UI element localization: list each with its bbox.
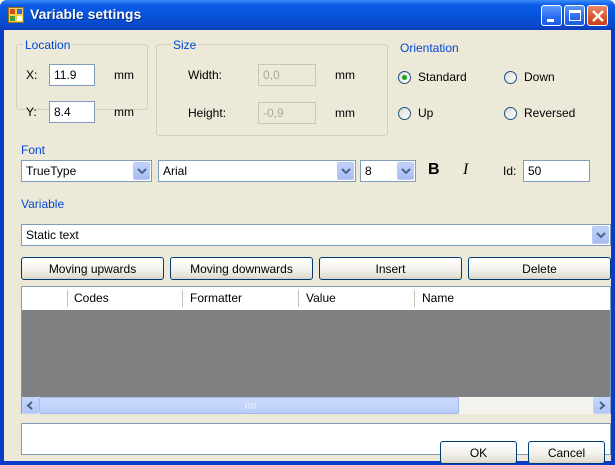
grip-icon bbox=[245, 403, 256, 409]
radio-standard-label[interactable]: Standard bbox=[418, 70, 467, 84]
radio-up-label[interactable]: Up bbox=[418, 106, 433, 120]
radio-down-label[interactable]: Down bbox=[524, 70, 555, 84]
y-input[interactable]: 8.4 bbox=[49, 101, 95, 123]
grid-header: Codes Formatter Value Name bbox=[22, 287, 610, 310]
moving-downwards-button[interactable]: Moving downwards bbox=[170, 257, 313, 280]
description-field[interactable] bbox=[21, 423, 611, 455]
height-input[interactable]: -0,9 bbox=[258, 102, 316, 124]
x-unit: mm bbox=[114, 68, 134, 82]
font-size-select[interactable]: 8 bbox=[360, 160, 416, 182]
radio-selected-dot bbox=[402, 75, 407, 80]
title-bar[interactable]: Variable settings bbox=[0, 0, 615, 30]
maximize-icon bbox=[569, 10, 581, 21]
font-label: Font bbox=[21, 143, 46, 157]
dropdown-button[interactable] bbox=[592, 226, 609, 244]
dialog-window: Variable settings Location X: 11.9 mm Y:… bbox=[0, 0, 615, 465]
codes-grid[interactable]: Codes Formatter Value Name bbox=[21, 286, 611, 414]
dropdown-button[interactable] bbox=[337, 162, 354, 180]
column-value[interactable]: Value bbox=[306, 291, 336, 305]
close-icon bbox=[592, 10, 604, 22]
window-title: Variable settings bbox=[30, 6, 142, 22]
chevron-left-icon bbox=[26, 401, 33, 410]
radio-reversed-label[interactable]: Reversed bbox=[524, 106, 575, 120]
height-unit: mm bbox=[335, 106, 355, 120]
id-label: Id: bbox=[503, 164, 517, 178]
horizontal-scrollbar[interactable] bbox=[22, 397, 610, 414]
scroll-right-button[interactable] bbox=[593, 397, 610, 414]
chevron-down-icon bbox=[401, 168, 411, 175]
column-separator bbox=[414, 290, 415, 307]
dropdown-button[interactable] bbox=[397, 162, 414, 180]
x-input[interactable]: 11.9 bbox=[49, 64, 95, 86]
chevron-down-icon bbox=[341, 168, 351, 175]
variable-value: Static text bbox=[26, 228, 79, 242]
column-codes[interactable]: Codes bbox=[74, 291, 109, 305]
dropdown-button[interactable] bbox=[133, 162, 150, 180]
column-name[interactable]: Name bbox=[422, 291, 454, 305]
ok-button[interactable]: OK bbox=[440, 441, 517, 464]
chevron-down-icon bbox=[596, 232, 606, 239]
font-type-value: TrueType bbox=[26, 164, 77, 178]
radio-standard[interactable] bbox=[398, 71, 411, 84]
bold-toggle[interactable]: B bbox=[428, 161, 440, 179]
y-unit: mm bbox=[114, 105, 134, 119]
font-size-value: 8 bbox=[365, 164, 372, 178]
column-separator bbox=[298, 290, 299, 307]
italic-toggle[interactable]: I bbox=[463, 161, 468, 179]
close-button[interactable] bbox=[587, 5, 608, 26]
font-family-select[interactable]: Arial bbox=[158, 160, 356, 182]
maximize-button[interactable] bbox=[564, 5, 585, 26]
size-label: Size bbox=[171, 38, 199, 52]
column-separator bbox=[182, 290, 183, 307]
font-family-value: Arial bbox=[163, 164, 188, 178]
variable-label: Variable bbox=[21, 197, 65, 211]
x-label: X: bbox=[26, 68, 38, 82]
insert-button[interactable]: Insert bbox=[319, 257, 462, 280]
radio-up[interactable] bbox=[398, 107, 411, 120]
width-label: Width: bbox=[188, 68, 223, 82]
variable-select[interactable]: Static text bbox=[21, 224, 611, 246]
moving-upwards-button[interactable]: Moving upwards bbox=[21, 257, 164, 280]
id-input[interactable]: 50 bbox=[523, 160, 590, 182]
scroll-thumb[interactable] bbox=[39, 397, 459, 414]
orientation-label: Orientation bbox=[400, 41, 459, 55]
delete-button[interactable]: Delete bbox=[468, 257, 611, 280]
height-label: Height: bbox=[188, 106, 227, 120]
column-formatter[interactable]: Formatter bbox=[190, 291, 242, 305]
width-unit: mm bbox=[335, 68, 355, 82]
y-label: Y: bbox=[26, 105, 37, 119]
location-label: Location bbox=[23, 38, 73, 52]
minimize-icon bbox=[547, 19, 554, 22]
radio-reversed[interactable] bbox=[504, 107, 517, 120]
dialog-body: Location X: 11.9 mm Y: 8.4 mm Size Width… bbox=[4, 30, 611, 464]
column-separator bbox=[67, 290, 68, 307]
font-type-select[interactable]: TrueType bbox=[21, 160, 152, 182]
radio-down[interactable] bbox=[504, 71, 517, 84]
cancel-button[interactable]: Cancel bbox=[528, 441, 605, 464]
minimize-button[interactable] bbox=[541, 5, 562, 26]
chevron-right-icon bbox=[599, 401, 606, 410]
chevron-down-icon bbox=[137, 168, 147, 175]
scroll-left-button[interactable] bbox=[22, 397, 39, 414]
width-input[interactable]: 0,0 bbox=[258, 64, 316, 86]
app-icon bbox=[8, 7, 24, 23]
